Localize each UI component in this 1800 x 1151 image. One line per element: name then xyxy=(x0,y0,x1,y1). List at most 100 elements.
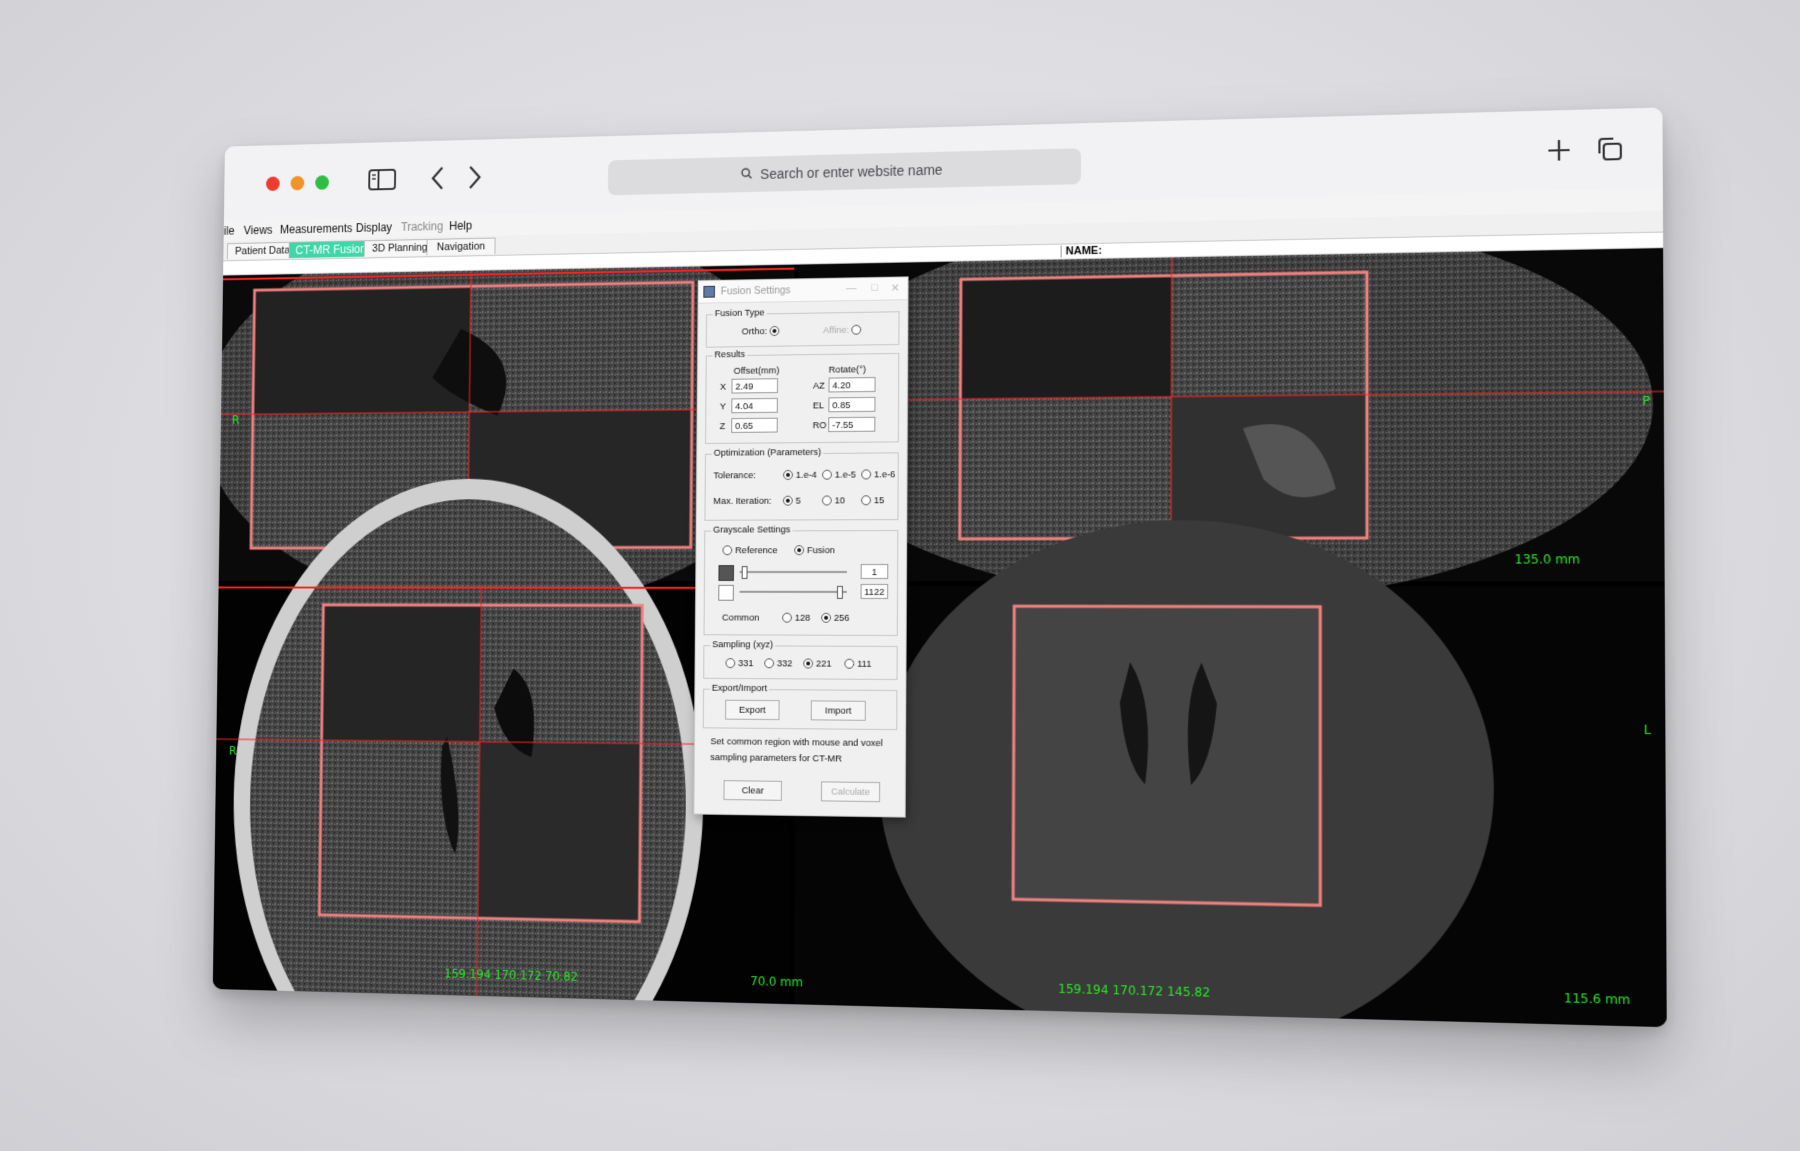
offset-y-field[interactable]: 4.04 xyxy=(731,397,778,414)
dialog-titlebar[interactable]: Fusion Settings — □ ✕ xyxy=(698,277,908,304)
image-viewer[interactable]: R P 135.0 mm R 159.194 170.172 70.82 70.… xyxy=(212,248,1667,1028)
scale-label-bottom-left: 70.0 mm xyxy=(750,974,804,990)
reference-radio[interactable] xyxy=(722,545,733,556)
menu-views[interactable]: Views xyxy=(244,223,273,237)
sampling-label: Sampling (xyz) xyxy=(710,639,776,651)
dark-swatch xyxy=(718,565,735,581)
common-option-128[interactable]: 128 xyxy=(782,613,810,624)
reference-option[interactable]: Reference xyxy=(722,545,778,556)
sampling-option-111[interactable]: 111 xyxy=(844,659,871,670)
export-import-group: Export/Import Export Import xyxy=(702,682,898,731)
max-slider-thumb[interactable] xyxy=(836,585,843,599)
fusion-radio[interactable] xyxy=(794,545,805,556)
menu-measurements[interactable]: Measurements xyxy=(280,221,353,236)
export-import-label: Export/Import xyxy=(709,682,770,695)
sampling-option-221[interactable]: 221 xyxy=(803,658,832,670)
tab-ct-mr-fusion[interactable]: CT-MR Fusion xyxy=(288,240,374,259)
forward-icon[interactable] xyxy=(461,161,489,194)
export-button[interactable]: Export xyxy=(725,699,780,721)
tab-3d-planning[interactable]: 3D Planning xyxy=(363,238,436,257)
iteration-radio-3[interactable] xyxy=(861,495,871,506)
viewer-canvas[interactable] xyxy=(212,248,1667,1028)
sampling-option-332[interactable]: 332 xyxy=(764,658,792,669)
minimize-icon[interactable]: — xyxy=(846,282,857,294)
menu-help[interactable]: Help xyxy=(449,219,472,233)
fusion-settings-dialog: Fusion Settings — □ ✕ Fusion Type Ortho:… xyxy=(693,276,909,818)
optimization-label: Optimization (Parameters) xyxy=(711,446,824,459)
scale-label-bottom-right: 115.6 mm xyxy=(1563,990,1631,1008)
rotate-el-field[interactable]: 0.85 xyxy=(828,396,876,413)
hint-line-2: sampling parameters for CT-MR xyxy=(710,752,843,765)
fusion-type-group: Fusion Type Ortho: Affine: xyxy=(705,307,900,348)
dialog-title: Fusion Settings xyxy=(720,284,791,298)
menu-file[interactable]: ile xyxy=(224,224,235,238)
affine-option: Affine: xyxy=(823,325,865,336)
tab-patient-data[interactable]: Patient Data xyxy=(226,241,298,260)
common-radio-128[interactable] xyxy=(782,613,792,624)
clear-button[interactable]: Clear xyxy=(723,780,782,801)
tolerance-option-1[interactable]: 1.e-4 xyxy=(783,470,817,481)
grayscale-group: Grayscale Settings Reference Fusion 1 11… xyxy=(703,524,899,636)
ortho-radio[interactable] xyxy=(769,326,780,337)
tolerance-radio-2[interactable] xyxy=(822,470,832,481)
iteration-radio-2[interactable] xyxy=(821,495,832,506)
ro-label: RO xyxy=(812,420,827,432)
sampling-radio-331[interactable] xyxy=(725,658,736,669)
sampling-radio-221[interactable] xyxy=(803,658,814,669)
close-window-button[interactable] xyxy=(265,176,280,192)
orientation-label-r: R xyxy=(231,413,240,427)
menu-display[interactable]: Display xyxy=(356,221,392,235)
offset-header: Offset(mm) xyxy=(733,365,780,377)
address-placeholder: Search or enter website name xyxy=(760,161,943,182)
tolerance-option-2[interactable]: 1.e-5 xyxy=(822,470,856,481)
optimization-group: Optimization (Parameters) Tolerance: 1.e… xyxy=(704,446,899,521)
hint-line-1: Set common region with mouse and voxel xyxy=(710,736,883,750)
close-icon[interactable]: ✕ xyxy=(891,281,900,294)
patient-name-label: NAME: xyxy=(1060,244,1102,258)
common-radio-256[interactable] xyxy=(821,613,832,624)
rotate-ro-field[interactable]: -7.55 xyxy=(828,416,876,433)
iteration-option-2[interactable]: 10 xyxy=(821,495,845,506)
minimize-window-button[interactable] xyxy=(290,175,305,191)
tolerance-radio-1[interactable] xyxy=(783,470,793,481)
sampling-radio-111[interactable] xyxy=(844,659,855,670)
address-bar[interactable]: Search or enter website name xyxy=(607,148,1082,196)
min-value-field[interactable]: 1 xyxy=(860,564,889,579)
common-option-256[interactable]: 256 xyxy=(821,613,850,624)
tolerance-label: Tolerance: xyxy=(713,470,756,482)
tab-navigation[interactable]: Navigation xyxy=(426,237,496,256)
tolerance-option-3[interactable]: 1.e-6 xyxy=(861,469,895,480)
sampling-radio-332[interactable] xyxy=(764,658,775,669)
back-icon[interactable] xyxy=(424,162,452,195)
grayscale-label: Grayscale Settings xyxy=(711,524,793,536)
new-tab-icon[interactable] xyxy=(1543,132,1575,168)
offset-x-field[interactable]: 2.49 xyxy=(731,378,779,394)
rotate-az-field[interactable]: 4.20 xyxy=(828,377,876,393)
min-slider-track[interactable] xyxy=(739,571,847,574)
offset-z-field[interactable]: 0.65 xyxy=(731,417,778,433)
max-slider-track[interactable] xyxy=(739,590,847,593)
max-value-field[interactable]: 1122 xyxy=(860,583,889,599)
browser-window: Search or enter website name ile Views M… xyxy=(212,107,1667,1028)
min-slider-thumb[interactable] xyxy=(741,566,748,579)
sampling-group: Sampling (xyz) 331 332 221 111 xyxy=(703,639,898,681)
fusion-option[interactable]: Fusion xyxy=(794,545,835,556)
results-label: Results xyxy=(712,349,747,361)
app-icon xyxy=(703,285,715,298)
sampling-option-331[interactable]: 331 xyxy=(725,658,754,669)
zoom-window-button[interactable] xyxy=(315,175,330,190)
iteration-option-3[interactable]: 15 xyxy=(861,495,884,506)
tab-overview-icon[interactable] xyxy=(1594,131,1626,167)
ortho-option[interactable]: Ortho: xyxy=(742,326,783,337)
iteration-radio-1[interactable] xyxy=(782,496,793,507)
calculate-button: Calculate xyxy=(820,781,881,803)
fusion-type-label: Fusion Type xyxy=(712,307,767,320)
iteration-option-1[interactable]: 5 xyxy=(782,496,801,507)
scale-label-top-right: 135.0 mm xyxy=(1514,552,1581,567)
maximize-icon[interactable]: □ xyxy=(872,282,879,294)
import-button[interactable]: Import xyxy=(810,700,866,721)
tolerance-radio-3[interactable] xyxy=(861,469,872,480)
stage: Search or enter website name ile Views M… xyxy=(0,0,1800,1151)
viewport-bottom-right[interactable] xyxy=(794,519,1667,1028)
sidebar-icon[interactable] xyxy=(366,163,398,196)
